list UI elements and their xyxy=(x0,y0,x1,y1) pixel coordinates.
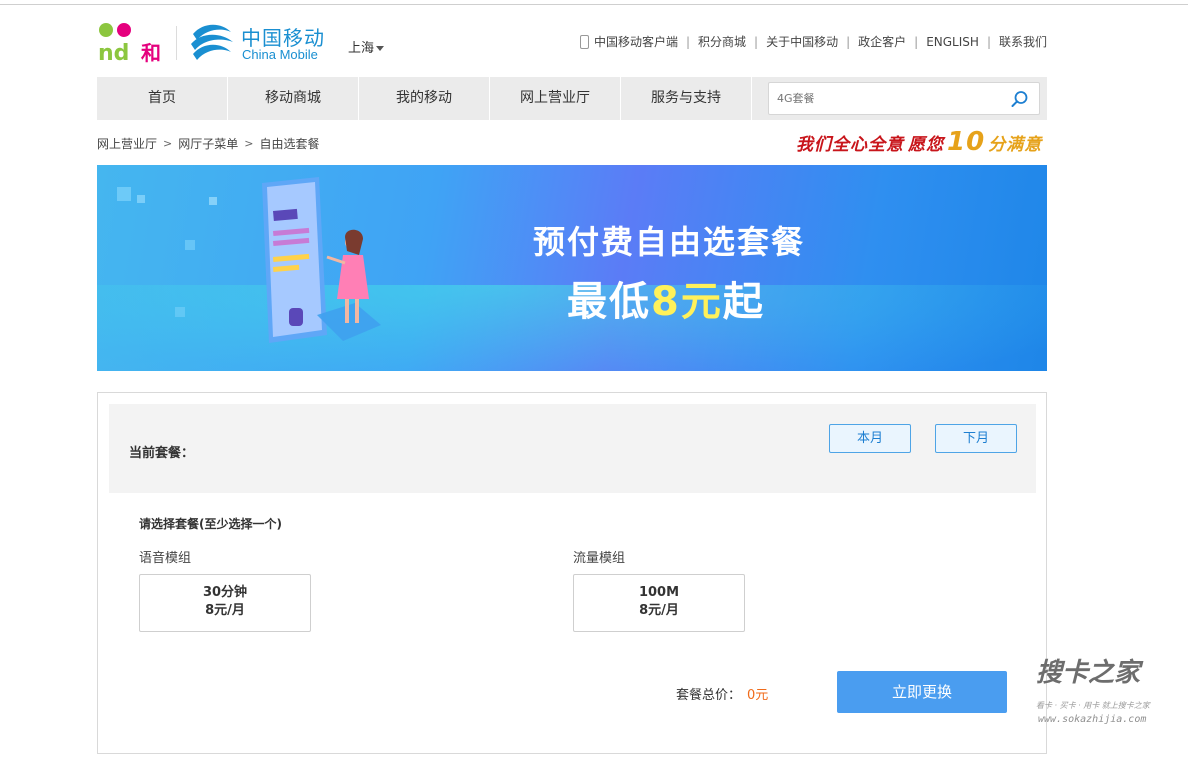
total-price: 套餐总价： 0元 xyxy=(676,684,768,703)
search-icon[interactable] xyxy=(1011,90,1029,108)
watermark: 搜卡之家 看卡 · 买卡 · 用卡 就上搜卡之家 www.sokazhijia.… xyxy=(1036,652,1186,732)
package-panel: 当前套餐： 本月 下月 请选择套餐(至少选择一个) 语音模组 30分钟 8元/月… xyxy=(97,392,1047,754)
change-now-button[interactable]: 立即更换 xyxy=(837,671,1007,713)
banner-subtitle: 最低8元起 xyxy=(567,279,765,325)
current-package-box: 当前套餐： 本月 下月 xyxy=(109,404,1036,493)
link-enterprise[interactable]: 政企客户 xyxy=(858,33,906,50)
svg-text:和: 和 xyxy=(141,41,161,64)
link-points-mall[interactable]: 积分商城 xyxy=(698,33,746,50)
brand-name-en: China Mobile xyxy=(242,47,318,62)
nav-item-home[interactable]: 首页 xyxy=(97,77,228,120)
nav-item-mall[interactable]: 移动商城 xyxy=(228,77,359,120)
data-option-price: 8元/月 xyxy=(639,603,679,618)
total-price-value: 0元 xyxy=(747,688,769,703)
watermark-url: www.sokazhijia.com xyxy=(1038,714,1147,725)
slogan-part3: 分满意 xyxy=(988,134,1043,155)
breadcrumb-submenu[interactable]: 网厅子菜单 xyxy=(178,135,238,152)
svg-text:nd: nd xyxy=(98,41,129,64)
search-box xyxy=(768,82,1040,115)
nav-item-my-mobile[interactable]: 我的移动 xyxy=(359,77,490,120)
search-input[interactable] xyxy=(769,83,999,114)
breadcrumb: 网上营业厅 > 网厅子菜单 > 自由选套餐 xyxy=(97,135,319,152)
voice-option-card[interactable]: 30分钟 8元/月 xyxy=(139,574,311,632)
city-label: 上海 xyxy=(348,41,375,56)
slogan-part2: 愿您 xyxy=(908,134,944,155)
link-contact[interactable]: 联系我们 xyxy=(999,33,1047,50)
voice-option-name: 30分钟 xyxy=(202,585,248,600)
link-about[interactable]: 关于中国移动 xyxy=(766,33,838,50)
watermark-slogan: 看卡 · 买卡 · 用卡 就上搜卡之家 xyxy=(1036,701,1150,710)
current-package-label: 当前套餐： xyxy=(129,446,195,461)
slogan-part1: 我们全心全意 xyxy=(796,134,904,155)
data-group-label: 流量模组 xyxy=(573,551,626,566)
voice-group-label: 语音模组 xyxy=(139,551,192,566)
and-logo[interactable]: nd 和 xyxy=(97,18,167,64)
breadcrumb-separator-icon: > xyxy=(163,137,173,150)
main-nav: 首页 移动商城 我的移动 网上营业厅 服务与支持 xyxy=(97,77,1047,120)
link-english[interactable]: ENGLISH xyxy=(926,35,979,49)
slogan-ten: 10 xyxy=(947,127,986,157)
top-links: 中国移动客户端 | 积分商城 | 关于中国移动 | 政企客户 | ENGLISH… xyxy=(579,33,1047,50)
voice-option-price: 8元/月 xyxy=(205,603,245,618)
this-month-button[interactable]: 本月 xyxy=(829,424,911,453)
banner-price-highlight: 8元 xyxy=(651,279,723,325)
caret-down-icon xyxy=(376,46,385,51)
service-slogan: 我们全心全意 愿您 10 分满意 xyxy=(796,124,1046,160)
logo-divider xyxy=(176,26,177,60)
next-month-button[interactable]: 下月 xyxy=(935,424,1017,453)
promo-banner[interactable]: 预付费自由选套餐 最低8元起 xyxy=(97,165,1047,371)
city-selector[interactable]: 上海 xyxy=(348,37,385,56)
top-border xyxy=(0,0,1188,5)
banner-illustration xyxy=(117,177,381,343)
data-option-name: 100M xyxy=(638,585,680,600)
banner-title: 预付费自由选套餐 xyxy=(533,223,806,261)
mobile-phone-icon xyxy=(579,34,589,49)
link-client-app[interactable]: 中国移动客户端 xyxy=(594,33,678,50)
watermark-logo: 搜卡之家 xyxy=(1036,658,1141,688)
breadcrumb-separator-icon: > xyxy=(244,137,254,150)
choose-package-title: 请选择套餐(至少选择一个) xyxy=(139,517,282,531)
data-option-card[interactable]: 100M 8元/月 xyxy=(573,574,745,632)
china-mobile-logo-icon[interactable] xyxy=(189,20,235,64)
nav-item-service[interactable]: 服务与支持 xyxy=(621,77,752,120)
nav-item-online-hall[interactable]: 网上营业厅 xyxy=(490,77,621,120)
breadcrumb-current: 自由选套餐 xyxy=(259,137,320,151)
breadcrumb-online-hall[interactable]: 网上营业厅 xyxy=(97,135,157,152)
total-price-label: 套餐总价： xyxy=(676,688,742,703)
